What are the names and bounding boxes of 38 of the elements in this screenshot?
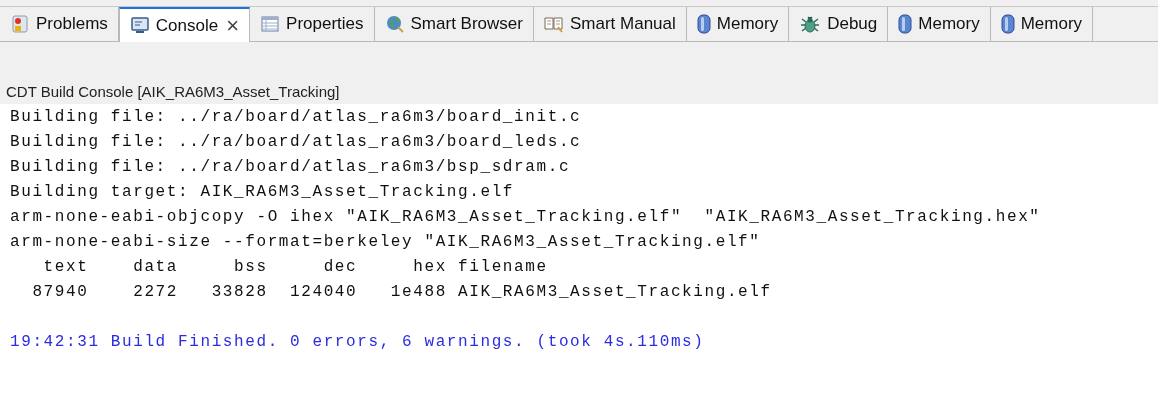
tab-label: Memory xyxy=(716,13,779,36)
console-title: CDT Build Console [AIK_RA6M3_Asset_Tracking] xyxy=(6,81,340,102)
tab-label: Properties xyxy=(286,13,364,36)
tab-label: Debug xyxy=(827,13,878,36)
view-tab[interactable]: Smart Browser xyxy=(374,7,534,41)
tab-label: Console xyxy=(155,14,219,37)
console-line: Building file: ../ra/board/atlas_ra6m3/board_leds.c xyxy=(10,132,583,153)
table-icon xyxy=(260,14,281,34)
tab-label: Smart Browser xyxy=(410,13,523,36)
console-line: text data bss dec hex filename xyxy=(42,257,549,278)
view-tab[interactable]: Console × xyxy=(118,7,251,42)
globe-icon xyxy=(384,14,405,34)
view-tab[interactable]: Problems xyxy=(0,7,119,41)
close-icon[interactable]: × xyxy=(226,14,240,37)
console-line: Building target: AIK_RA6M3_Asset_Tracking.elf xyxy=(10,182,516,203)
build-status-line: 19:42:31 Build Finished. 0 errors, 6 warnings. (took 4s.110ms) xyxy=(10,332,706,353)
cylinder-icon xyxy=(898,13,913,35)
console-line: arm-none-eabi-size --format=berkeley "AIK_RA6M3_Asset_Tracking.elf" xyxy=(10,232,762,253)
console-line: Building file: ../ra/board/atlas_ra6m3/board_init.c xyxy=(10,107,583,128)
view-tab[interactable]: Debug xyxy=(789,7,889,41)
tab-label: Smart Manual xyxy=(569,13,676,36)
view-tab[interactable]: Memory xyxy=(888,7,991,41)
monitor-icon xyxy=(129,15,150,36)
tab-label: Problems xyxy=(36,13,108,36)
cylinder-icon xyxy=(696,13,711,35)
bug-icon xyxy=(799,13,822,35)
tab-label: Memory xyxy=(1020,13,1083,36)
tab-label: Memory xyxy=(918,13,980,36)
view-tab[interactable]: Properties xyxy=(250,7,375,41)
console-line: arm-none-eabi-objcopy -O ihex "AIK_RA6M3_Asset_Tracking.elf" "AIK_RA6M3_Asset_Tracking.hex" xyxy=(10,207,1042,228)
view-tab[interactable]: Memory xyxy=(686,7,790,41)
view-tab[interactable]: Smart Manual xyxy=(533,7,687,41)
view-tab[interactable]: Memory xyxy=(990,7,1094,41)
cylinder-icon xyxy=(1000,13,1015,35)
problems-icon xyxy=(10,14,30,34)
console-line: 87940 2272 33828 124040 1e488 AIK_RA6M3_Asset_Tracking.elf xyxy=(31,282,773,303)
book-icon xyxy=(543,14,564,34)
console-line: Building file: ../ra/board/atlas_ra6m3/bsp_sdram.c xyxy=(10,157,572,178)
